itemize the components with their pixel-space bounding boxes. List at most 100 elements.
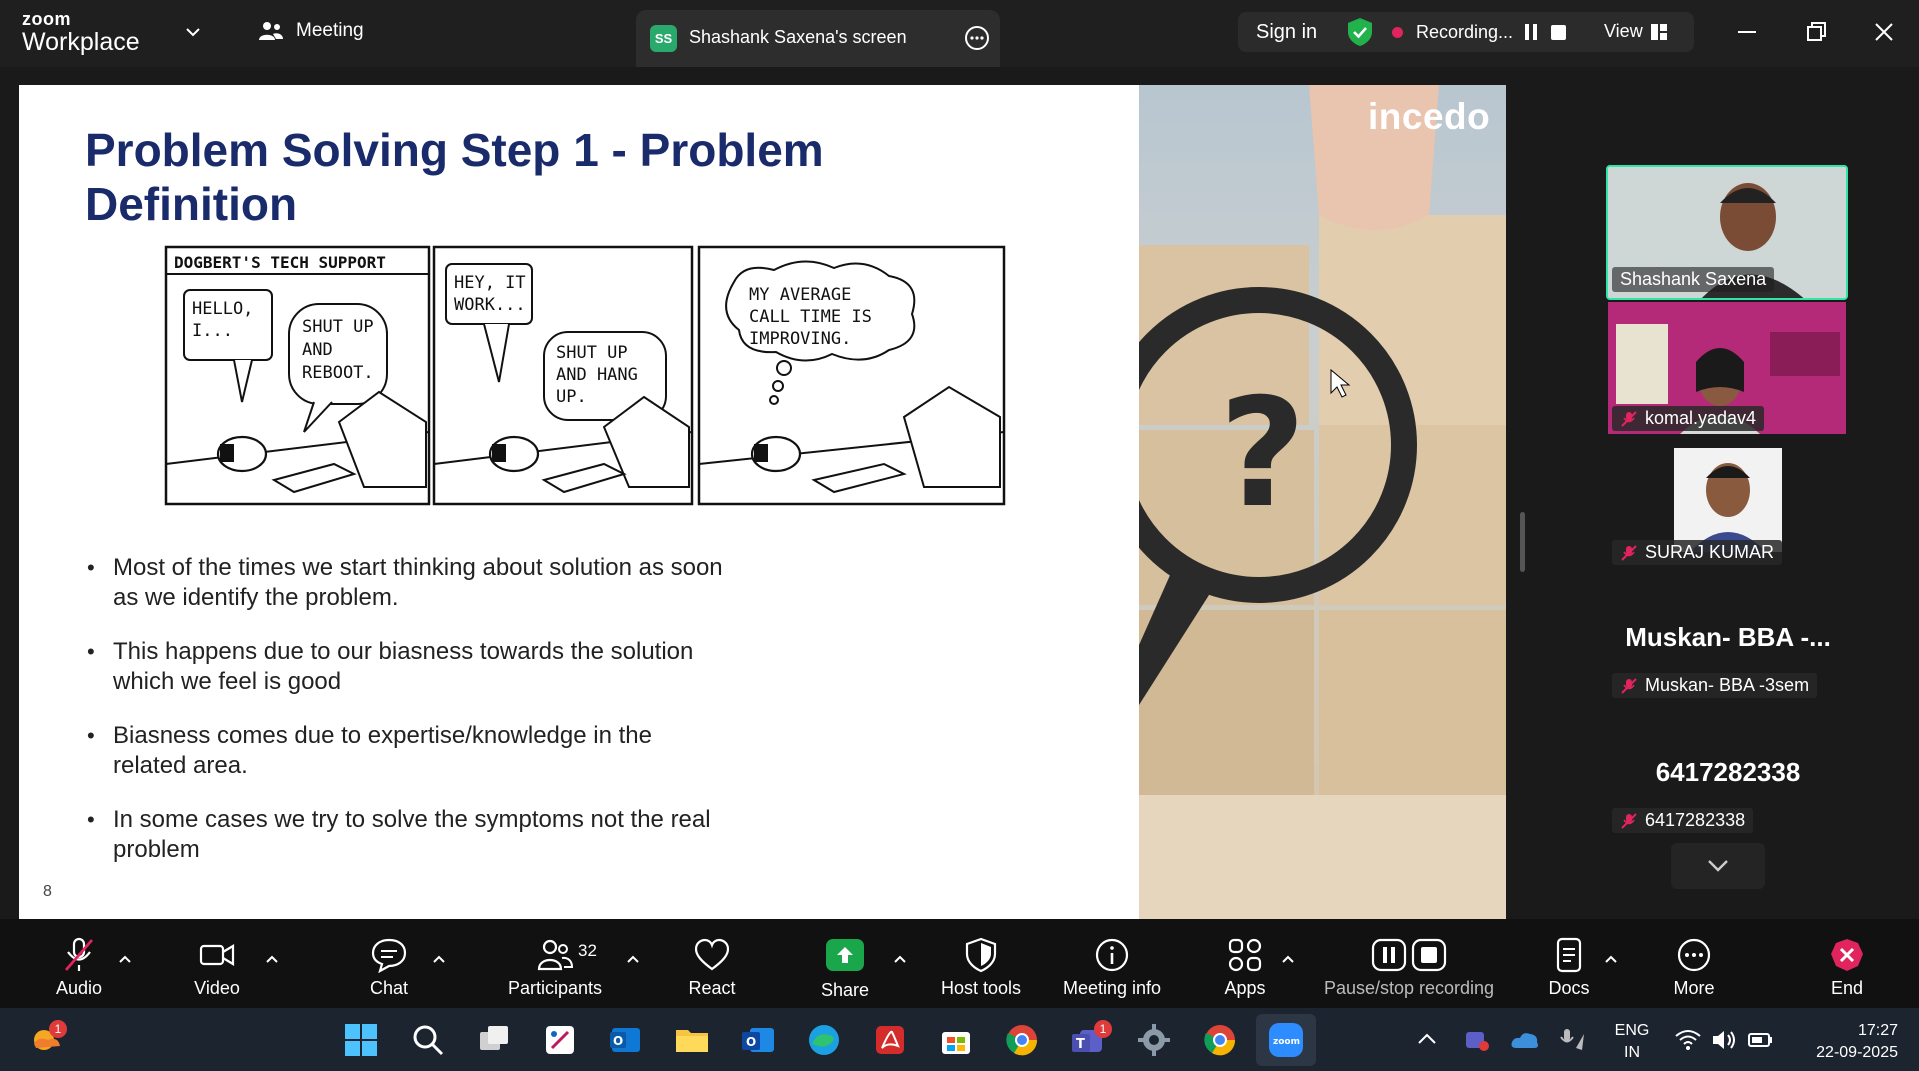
meeting-toolbar: Audio Video Chat Participants 32 React S… bbox=[0, 919, 1919, 1008]
task-view-icon[interactable] bbox=[476, 1022, 512, 1058]
chrome-profile-icon[interactable] bbox=[1202, 1022, 1238, 1058]
clock-time: 17:27 bbox=[1857, 1022, 1898, 1039]
participant-count: 32 bbox=[578, 941, 597, 960]
caret-up-icon[interactable] bbox=[118, 954, 132, 964]
chrome-icon[interactable] bbox=[1004, 1022, 1040, 1058]
caret-up-icon[interactable] bbox=[626, 954, 640, 964]
participant-tile-komal[interactable]: komal.yadav4 bbox=[1608, 302, 1846, 434]
caret-up-icon[interactable] bbox=[1281, 954, 1295, 964]
end-label: End bbox=[1830, 978, 1864, 998]
pause-stop-recording-button[interactable]: Pause/stop recording bbox=[1316, 919, 1502, 1008]
onedrive-icon[interactable] bbox=[1510, 1026, 1540, 1054]
audio-button[interactable]: Audio bbox=[44, 919, 114, 1008]
participant-name: Shashank Saxena bbox=[1612, 267, 1775, 292]
panel1-left-line1: HELLO, bbox=[192, 299, 253, 319]
caret-up-icon[interactable] bbox=[893, 954, 907, 964]
view-button[interactable]: View bbox=[1604, 21, 1667, 42]
status-group: Sign in Recording... View bbox=[1238, 12, 1694, 52]
snipping-tool-icon[interactable] bbox=[542, 1022, 578, 1058]
meeting-info-label: Meeting info bbox=[1062, 978, 1162, 998]
close-icon[interactable] bbox=[1870, 18, 1898, 46]
caret-up-icon[interactable] bbox=[1604, 954, 1618, 964]
edge-browser-icon[interactable] bbox=[806, 1022, 842, 1058]
docs-button[interactable]: Docs bbox=[1534, 919, 1604, 1008]
dilbert-comic-strip: DOGBERT'S TECH SUPPORT HELLO, I... SHUT … bbox=[164, 245, 1006, 506]
zoom-taskbar-item[interactable]: zoom bbox=[1256, 1014, 1316, 1066]
participant-name-chip: komal.yadav4 bbox=[1612, 406, 1765, 431]
windows-start-icon[interactable] bbox=[343, 1022, 379, 1058]
photo-question-mark: ? bbox=[1219, 367, 1306, 541]
outlook-icon[interactable]: O bbox=[608, 1022, 644, 1058]
end-meeting-button[interactable]: End bbox=[1812, 919, 1882, 1008]
panel-resize-handle[interactable] bbox=[1520, 512, 1525, 572]
svg-text:T: T bbox=[1076, 1037, 1085, 1052]
bullet-item: Most of the times we start thinking abou… bbox=[85, 553, 725, 613]
meeting-info-button[interactable]: Meeting info bbox=[1052, 919, 1172, 1008]
minimize-icon[interactable] bbox=[1733, 18, 1761, 46]
pause-icon[interactable] bbox=[1522, 23, 1540, 41]
heart-icon bbox=[694, 938, 730, 971]
video-button[interactable]: Video bbox=[182, 919, 252, 1008]
screen-tab-label: Shashank Saxena's screen bbox=[689, 27, 907, 47]
settings-gear-icon[interactable] bbox=[1136, 1022, 1172, 1058]
react-button[interactable]: React bbox=[677, 919, 747, 1008]
more-options-icon[interactable] bbox=[964, 25, 990, 51]
sharer-avatar: SS bbox=[650, 25, 677, 52]
participant-display-name: 6417282338 bbox=[1655, 757, 1801, 787]
participant-tile-suraj[interactable]: SURAJ KUMAR bbox=[1600, 438, 1860, 570]
apps-button[interactable]: Apps bbox=[1210, 919, 1280, 1008]
panel3-thought-line2: CALL TIME IS bbox=[749, 307, 872, 327]
teams-badge: 1 bbox=[1094, 1020, 1112, 1038]
language-indicator[interactable]: ENG IN bbox=[1612, 1020, 1652, 1064]
zoom-workplace-logo: zoom Workplace bbox=[22, 10, 140, 55]
apps-label: Apps bbox=[1224, 978, 1266, 998]
mic-location-icon[interactable] bbox=[1558, 1026, 1588, 1054]
chat-bubble-icon bbox=[371, 938, 407, 973]
chat-button[interactable]: Chat bbox=[354, 919, 424, 1008]
slide-photo-wooden-blocks: ? bbox=[1139, 85, 1506, 919]
panel2-top-line1: HEY, IT bbox=[454, 273, 526, 293]
restore-icon[interactable] bbox=[1802, 18, 1830, 46]
caret-up-icon[interactable] bbox=[265, 954, 279, 964]
meeting-menu[interactable]: Meeting bbox=[258, 20, 364, 42]
more-button[interactable]: More bbox=[1659, 919, 1729, 1008]
document-icon bbox=[1556, 937, 1582, 973]
title-bar: zoom Workplace Meeting SS Shashank Saxen… bbox=[0, 0, 1919, 67]
stop-icon[interactable] bbox=[1551, 25, 1566, 40]
file-explorer-icon[interactable] bbox=[674, 1022, 710, 1058]
panel1-right-line2: AND bbox=[302, 340, 333, 360]
participant-name: komal.yadav4 bbox=[1645, 408, 1757, 428]
security-shield-icon[interactable] bbox=[1346, 17, 1374, 47]
clock[interactable]: 17:27 22-09-2025 bbox=[1786, 1020, 1898, 1064]
teams-tray-icon[interactable] bbox=[1462, 1026, 1490, 1054]
chevron-down-icon[interactable] bbox=[183, 22, 203, 42]
volume-icon[interactable] bbox=[1710, 1026, 1738, 1054]
comic-header: DOGBERT'S TECH SUPPORT bbox=[174, 253, 386, 272]
chevron-down-icon bbox=[1708, 860, 1728, 872]
acrobat-icon[interactable] bbox=[872, 1022, 908, 1058]
host-tools-button[interactable]: Host tools bbox=[931, 919, 1031, 1008]
search-icon[interactable] bbox=[410, 1022, 446, 1058]
view-label: View bbox=[1604, 21, 1643, 41]
apps-icon bbox=[1228, 938, 1262, 972]
chevron-up-icon[interactable] bbox=[1414, 1026, 1440, 1052]
panel3-thought-line1: MY AVERAGE bbox=[749, 285, 851, 305]
mic-muted-icon bbox=[1621, 812, 1637, 829]
mic-muted-icon bbox=[1621, 410, 1637, 427]
participant-tile-shashank[interactable]: Shashank Saxena bbox=[1606, 165, 1848, 300]
outlook-classic-icon[interactable]: O bbox=[740, 1022, 776, 1058]
battery-icon[interactable] bbox=[1746, 1026, 1774, 1054]
shared-slide: Problem Solving Step 1 - Problem Definit… bbox=[19, 85, 1139, 919]
wifi-icon[interactable] bbox=[1674, 1026, 1702, 1054]
panel2-bottom-line3: UP. bbox=[556, 387, 587, 407]
share-button[interactable]: Share bbox=[810, 919, 880, 1008]
participants-button[interactable]: Participants bbox=[505, 919, 605, 1008]
scroll-participants-button[interactable] bbox=[1671, 843, 1765, 889]
screen-share-tab[interactable]: SS Shashank Saxena's screen bbox=[636, 10, 1000, 67]
microsoft-store-icon[interactable] bbox=[938, 1022, 974, 1058]
participant-name-chip: SURAJ KUMAR bbox=[1612, 540, 1783, 565]
sign-in-button[interactable]: Sign in bbox=[1256, 21, 1317, 44]
caret-up-icon[interactable] bbox=[432, 954, 446, 964]
video-label: Video bbox=[194, 978, 240, 998]
slide-page-number: 8 bbox=[43, 883, 52, 900]
